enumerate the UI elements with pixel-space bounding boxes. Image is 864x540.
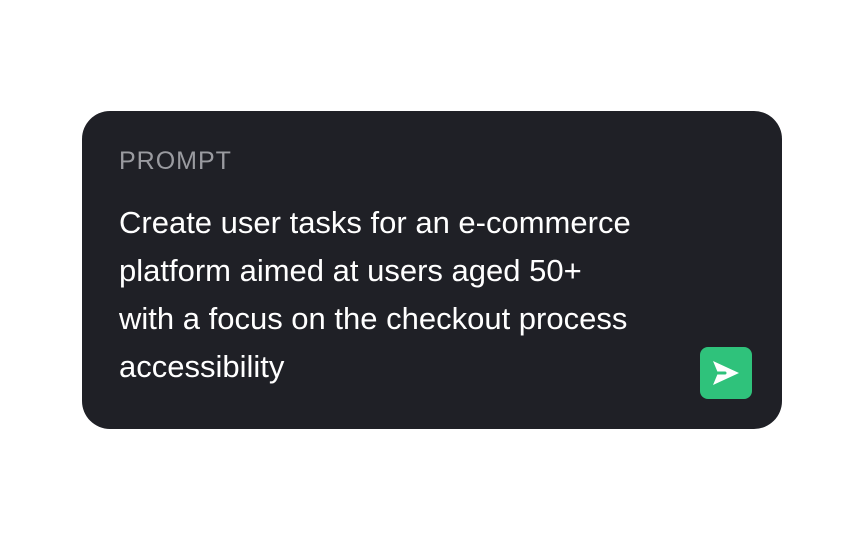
send-button[interactable]: [700, 347, 752, 399]
send-icon: [711, 359, 741, 387]
prompt-card: PROMPT Create user tasks for an e-commer…: [82, 111, 782, 429]
prompt-label: PROMPT: [119, 147, 232, 175]
prompt-text: Create user tasks for an e-commerce plat…: [119, 205, 631, 384]
